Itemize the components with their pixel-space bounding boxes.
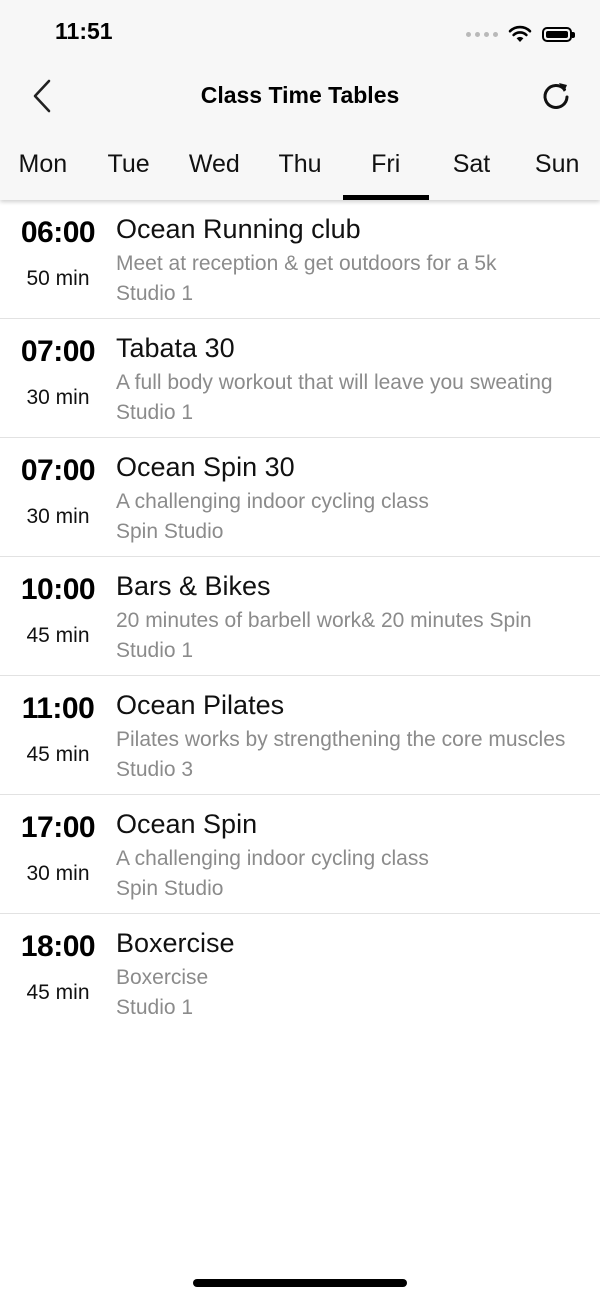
class-name: Boxercise [116, 928, 235, 958]
class-time: 10:00 [20, 573, 96, 606]
class-time: 06:00 [20, 216, 96, 249]
class-description: A full body workout that will leave you … [116, 371, 553, 394]
class-studio: Studio 1 [116, 401, 194, 424]
page-title: Class Time Tables [200, 82, 400, 108]
home-indicator [193, 1279, 407, 1287]
class-duration: 30 min [26, 862, 90, 885]
tab-wed[interactable]: Wed [171, 140, 257, 200]
class-duration: 30 min [26, 505, 90, 528]
tab-mon[interactable]: Mon [0, 140, 86, 200]
class-name: Bars & Bikes [116, 571, 271, 601]
class-time: 18:00 [20, 930, 96, 963]
day-tabs: Mon Tue Wed Thu Fri Sat Sun [0, 140, 600, 200]
class-row[interactable]: 17:00 30 min Ocean Spin A challenging in… [0, 795, 600, 914]
class-row[interactable]: 06:00 50 min Ocean Running club Meet at … [0, 200, 600, 319]
class-list: 06:00 50 min Ocean Running club Meet at … [0, 200, 600, 1032]
refresh-button[interactable] [534, 74, 578, 118]
class-name: Tabata 30 [116, 333, 235, 363]
class-duration: 45 min [26, 981, 90, 1004]
status-icons [466, 20, 575, 48]
class-name: Ocean Running club [116, 214, 361, 244]
class-row[interactable]: 07:00 30 min Tabata 30 A full body worko… [0, 319, 600, 438]
class-duration: 30 min [26, 386, 90, 409]
tab-tue[interactable]: Tue [86, 140, 172, 200]
battery-icon [542, 26, 575, 42]
class-time: 17:00 [20, 811, 96, 844]
class-description: A challenging indoor cycling class [116, 847, 429, 870]
class-description: Boxercise [116, 966, 209, 989]
class-time: 07:00 [20, 335, 96, 368]
class-duration: 45 min [26, 624, 90, 647]
class-name: Ocean Spin 30 [116, 452, 295, 482]
signal-icon [466, 31, 498, 37]
class-row[interactable]: 10:00 45 min Bars & Bikes 20 minutes of … [0, 557, 600, 676]
class-time: 07:00 [20, 454, 96, 487]
class-studio: Studio 1 [116, 996, 194, 1019]
class-studio: Studio 1 [116, 639, 194, 662]
class-description: A challenging indoor cycling class [116, 490, 429, 513]
class-row[interactable]: 07:00 30 min Ocean Spin 30 A challenging… [0, 438, 600, 557]
app-header: 11:51 Class Time Tables Mon Tue Wed Thu … [0, 0, 600, 200]
class-description: Pilates works by strengthening the core … [116, 728, 566, 751]
class-description: Meet at reception & get outdoors for a 5… [116, 252, 497, 275]
status-time: 11:51 [55, 18, 113, 44]
wifi-icon [508, 25, 532, 42]
class-studio: Studio 3 [116, 758, 194, 781]
tab-sun[interactable]: Sun [514, 140, 600, 200]
class-studio: Spin Studio [116, 877, 224, 900]
class-row[interactable]: 18:00 45 min Boxercise Boxercise Studio … [0, 914, 600, 1032]
tab-sat[interactable]: Sat [429, 140, 515, 200]
tab-thu[interactable]: Thu [257, 140, 343, 200]
refresh-icon [543, 83, 569, 109]
class-studio: Spin Studio [116, 520, 224, 543]
class-description: 20 minutes of barbell work& 20 minutes S… [116, 609, 532, 632]
class-duration: 50 min [26, 267, 90, 290]
class-time: 11:00 [21, 692, 95, 725]
class-row[interactable]: 11:00 45 min Ocean Pilates Pilates works… [0, 676, 600, 795]
class-name: Ocean Spin [116, 809, 258, 839]
class-duration: 45 min [26, 743, 90, 766]
class-studio: Studio 1 [116, 282, 194, 305]
tab-fri[interactable]: Fri [342, 140, 429, 200]
class-name: Ocean Pilates [116, 690, 285, 720]
